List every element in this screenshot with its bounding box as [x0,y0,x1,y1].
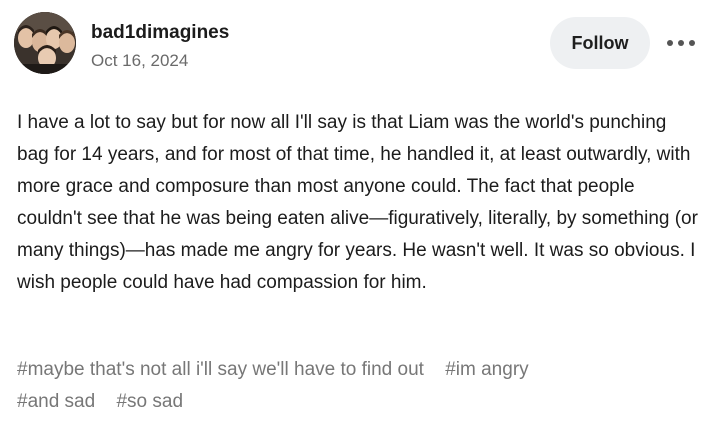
post-header: bad1dimagines Oct 16, 2024 Follow [14,12,704,76]
group-photo-avatar-icon [14,12,76,74]
follow-button[interactable]: Follow [550,17,650,69]
ellipsis-icon [667,40,695,46]
more-options-button[interactable] [664,30,698,56]
post-card: bad1dimagines Oct 16, 2024 Follow I have… [0,0,715,427]
post-body: I have a lot to say but for now all I'll… [17,112,698,293]
post-tags: #maybe that's not all i'll say we'll hav… [17,354,701,418]
blog-name[interactable]: bad1dimagines [91,22,229,44]
tag-maybe-not-all[interactable]: #maybe that's not all i'll say we'll hav… [17,359,424,380]
post-date[interactable]: Oct 16, 2024 [91,51,188,71]
tag-im-angry[interactable]: #im angry [445,359,528,380]
avatar[interactable] [14,12,76,74]
tag-so-sad[interactable]: #so sad [116,391,183,412]
tag-and-sad[interactable]: #and sad [17,391,95,412]
